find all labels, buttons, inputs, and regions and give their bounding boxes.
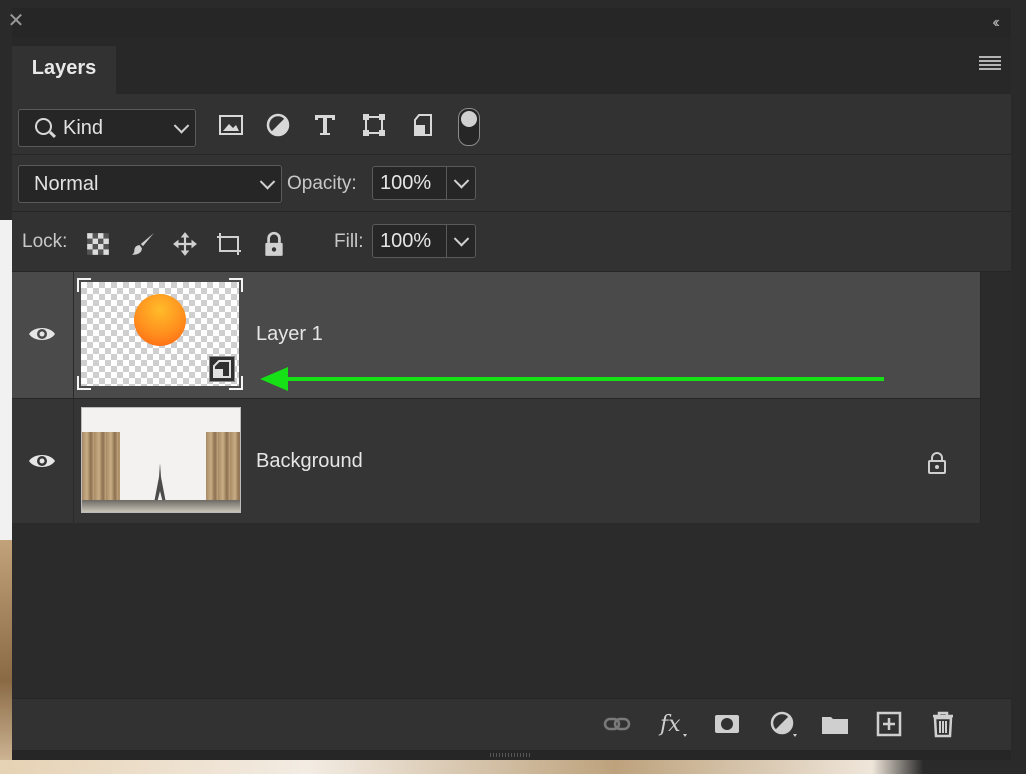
blend-row: Normal Opacity: 100% (12, 155, 1011, 212)
layer-name[interactable]: Background (256, 450, 363, 473)
svg-text:fx: fx (658, 712, 681, 737)
smart-object-badge-icon (209, 356, 235, 382)
panel-resize-grip[interactable] (12, 750, 1011, 760)
delete-layer-icon[interactable] (928, 710, 958, 738)
layers-panel: ✕ ‹‹ Layers Kind Normal Opacity: 100% Lo… (8, 8, 1011, 760)
lock-row: Lock: Fill: 100% (12, 212, 1011, 272)
new-group-icon[interactable] (820, 710, 850, 738)
fill-label: Fill: (334, 231, 364, 252)
add-mask-icon[interactable] (712, 710, 742, 738)
chevron-down-icon[interactable] (453, 173, 470, 189)
panel-titlebar: ✕ ‹‹ (8, 8, 1011, 38)
lock-artboard-icon[interactable] (216, 231, 242, 257)
fill-value: 100% (380, 230, 432, 252)
panel-footer: fx (12, 698, 1011, 749)
canvas-background-bottom (0, 760, 1026, 774)
lock-image-pixels-icon[interactable] (130, 231, 156, 257)
chevron-down-icon (173, 118, 190, 134)
eye-icon[interactable] (28, 452, 56, 470)
chevron-down-icon[interactable] (453, 231, 470, 247)
tab-row: Layers (12, 38, 1011, 94)
orange-circle-graphic (134, 294, 186, 346)
annotation-arrow (260, 367, 884, 391)
search-icon (35, 118, 52, 135)
collapse-panel-icon[interactable]: ‹‹ (992, 8, 999, 38)
eiffel-tower-graphic (154, 463, 166, 503)
colonnade-right (206, 432, 240, 506)
filter-toggle[interactable] (458, 108, 480, 146)
fill-field[interactable]: 100% (372, 224, 476, 258)
new-layer-icon[interactable] (874, 710, 904, 738)
filter-kind-label: Kind (63, 117, 104, 139)
link-layers-icon[interactable] (602, 710, 632, 738)
filter-kind-select[interactable]: Kind (18, 109, 196, 147)
new-adjustment-icon[interactable] (768, 710, 798, 738)
chevron-down-icon (259, 174, 276, 190)
layer-row-background[interactable]: Background (12, 398, 980, 523)
opacity-label: Opacity: (287, 173, 357, 194)
image-icon[interactable] (218, 112, 244, 138)
type-icon[interactable] (312, 112, 338, 138)
fx-icon[interactable]: fx (658, 710, 688, 738)
lock-all-icon[interactable] (261, 231, 287, 257)
plaza-ground (82, 500, 240, 512)
blend-mode-value: Normal (34, 173, 99, 195)
layer-name[interactable]: Layer 1 (256, 323, 323, 346)
panel-menu-icon[interactable] (979, 56, 1001, 70)
blend-mode-select[interactable]: Normal (18, 165, 282, 203)
tab-layers[interactable]: Layers (12, 46, 116, 94)
lock-position-icon[interactable] (172, 231, 198, 257)
canvas-background-stone (0, 540, 12, 774)
smart-object-icon[interactable] (410, 112, 436, 138)
scrollbar-track[interactable] (980, 272, 981, 523)
opacity-field[interactable]: 100% (372, 166, 476, 200)
lock-icon[interactable] (926, 451, 948, 475)
lock-label: Lock: (22, 231, 68, 252)
colonnade-left (82, 432, 120, 506)
filter-row: Kind (12, 94, 1011, 155)
close-icon[interactable]: ✕ (0, 6, 32, 36)
eye-icon[interactable] (28, 325, 56, 343)
opacity-value: 100% (380, 172, 432, 194)
adjustment-icon[interactable] (265, 112, 291, 138)
layer-row-layer-1[interactable]: Layer 1 (12, 272, 980, 398)
layer-thumbnail[interactable] (81, 407, 241, 513)
lock-transparent-pixels-icon[interactable] (85, 231, 111, 257)
layer-thumbnail[interactable] (77, 278, 243, 390)
layers-list: Layer 1 Background (12, 272, 1011, 698)
shape-icon[interactable] (361, 112, 387, 138)
